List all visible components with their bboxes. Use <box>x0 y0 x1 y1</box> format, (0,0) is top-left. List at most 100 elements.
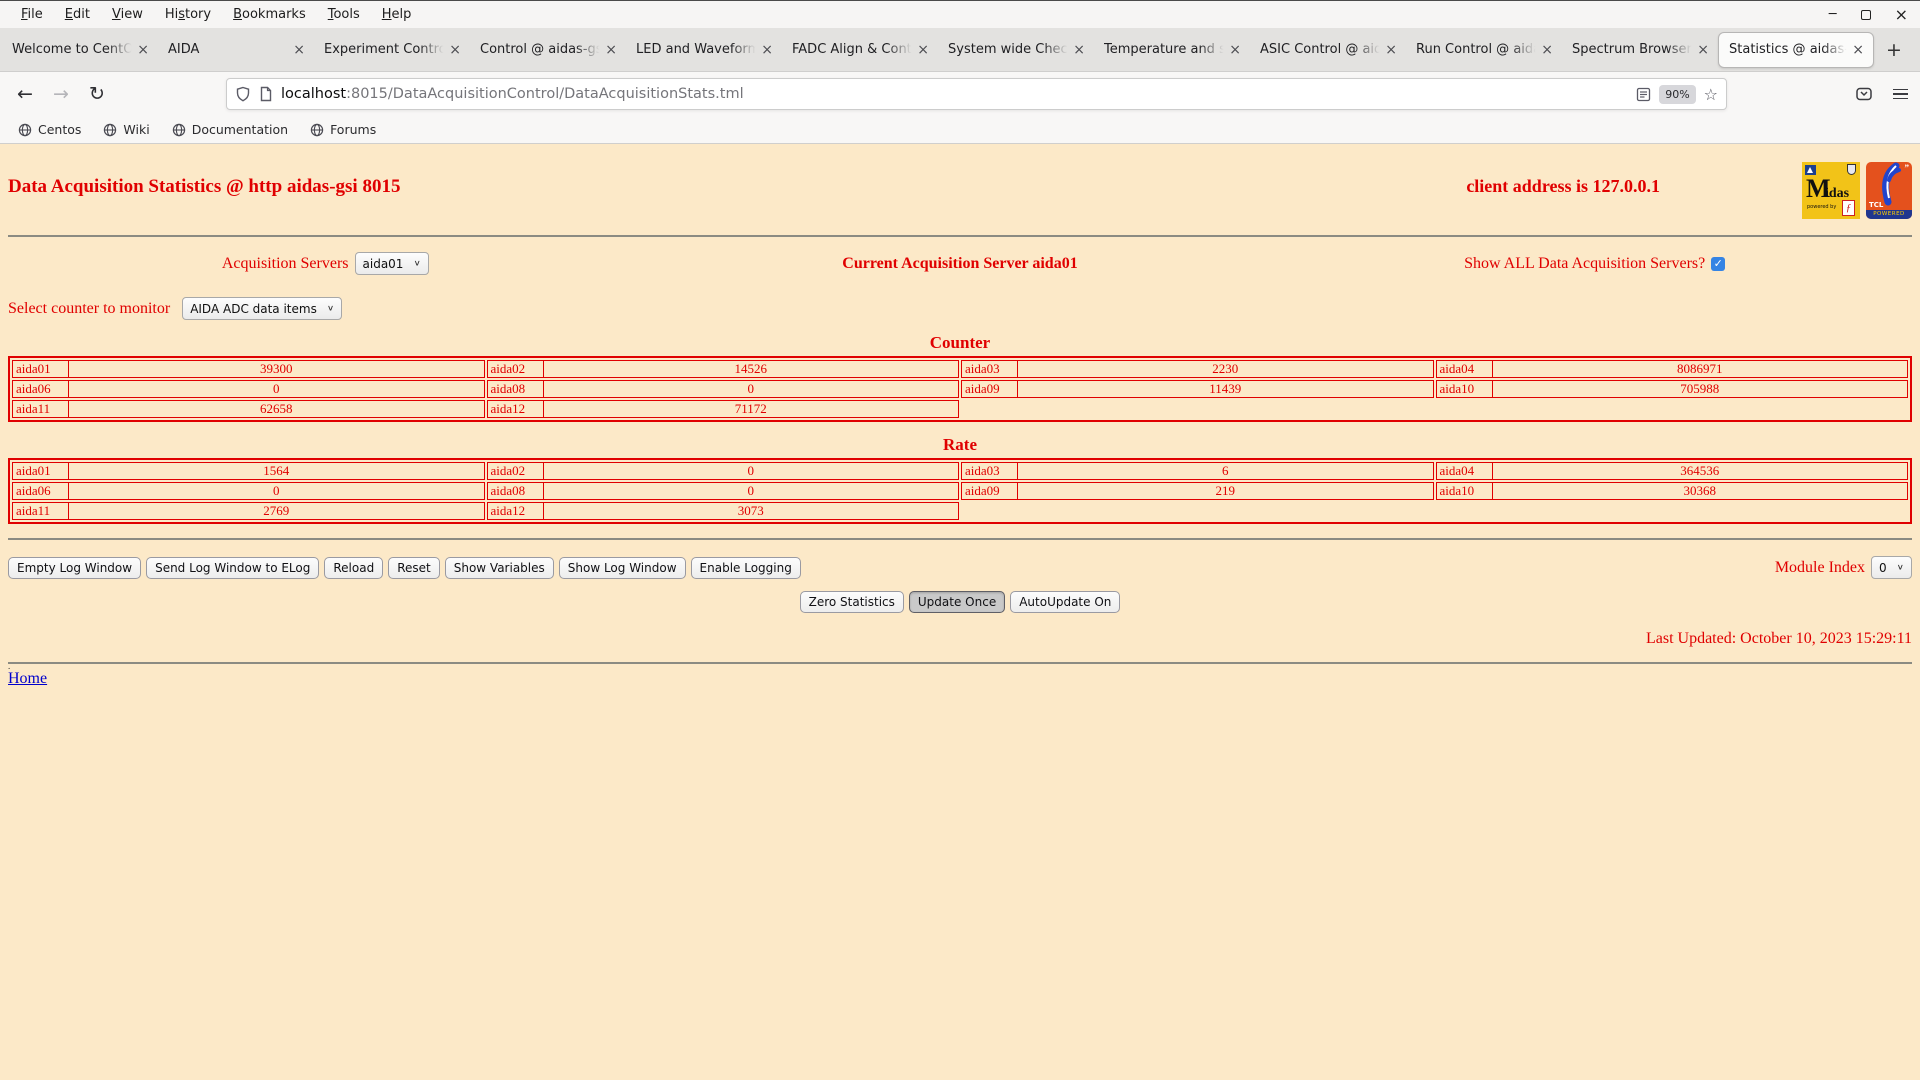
menu-item[interactable]: Help <box>371 3 423 26</box>
tab-title: Control @ aidas-gs <box>480 42 603 57</box>
browser-tab[interactable]: LED and Waveform × <box>626 32 782 68</box>
log-button[interactable]: Reset <box>388 556 440 579</box>
log-button[interactable]: Show Variables <box>444 556 554 579</box>
browser-tab[interactable]: Control @ aidas-gs × <box>470 32 626 68</box>
stat-value: 30368 <box>1491 482 1908 500</box>
log-button[interactable]: Show Log Window <box>558 556 686 579</box>
browser-tab[interactable]: Experiment Control × <box>314 32 470 68</box>
log-button[interactable]: Send Log Window to ELog <box>146 556 320 579</box>
browser-tab[interactable]: Spectrum Browser × <box>1562 32 1718 68</box>
stat-value: 62658 <box>68 400 485 418</box>
counter-monitor-select[interactable]: AIDA ADC data items ∨ <box>182 297 343 320</box>
stat-channel-name: aida09 <box>961 380 1018 398</box>
url-bar[interactable]: localhost:8015/DataAcquisitionControl/Da… <box>226 78 1727 110</box>
action-button[interactable]: Update Once <box>908 591 1006 613</box>
browser-tab[interactable]: Statistics @ aidas- × <box>1718 31 1874 68</box>
last-updated-text: Last Updated: October 10, 2023 15:29:11 <box>1645 630 1912 647</box>
shield-icon[interactable] <box>235 86 251 102</box>
tab-close-icon[interactable]: × <box>1849 42 1867 58</box>
stat-cell: aida09 219 <box>961 482 1434 500</box>
tab-close-icon[interactable]: × <box>134 42 152 58</box>
stat-pair-table: aida09 219 <box>961 482 1434 500</box>
counter-table: aida01 39300 aida02 14526 aida03 2230 aida04 80… <box>8 356 1912 422</box>
menu-item[interactable]: View <box>101 3 154 26</box>
home-prefix-dot: . <box>8 661 11 671</box>
browser-tab[interactable]: Run Control @ aida × <box>1406 32 1562 68</box>
bookmark-item[interactable]: Wiki <box>95 119 157 140</box>
globe-icon <box>18 123 32 136</box>
log-button[interactable]: Empty Log Window <box>8 556 142 579</box>
tab-close-icon[interactable]: × <box>1226 42 1244 58</box>
stat-pair-table: aida11 2769 <box>12 502 485 520</box>
minimize-button[interactable]: ─ <box>1829 8 1837 21</box>
menu-item[interactable]: Bookmarks <box>222 3 317 26</box>
log-button[interactable]: Reload <box>324 556 384 579</box>
stat-cell <box>1436 400 1909 418</box>
midas-logo: Midas powered by ƒ <box>1802 162 1860 219</box>
page-header: Data Acquisition Statistics @ http aidas… <box>8 162 1912 219</box>
new-tab-button[interactable]: + <box>1874 37 1914 63</box>
stat-channel-name: aida04 <box>1435 462 1493 480</box>
browser-tab[interactable]: System wide Check × <box>938 32 1094 68</box>
tab-strip: Welcome to CentOS × AIDA × Experiment Co… <box>0 28 1920 72</box>
log-button[interactable]: Enable Logging <box>690 556 801 579</box>
tab-close-icon[interactable]: × <box>1694 42 1712 58</box>
tab-close-icon[interactable]: × <box>1538 42 1556 58</box>
stat-channel-name: aida06 <box>12 482 69 500</box>
stat-channel-name: aida02 <box>486 360 544 378</box>
counter-heading: Counter <box>929 333 991 352</box>
menu-item[interactable]: Edit <box>54 3 101 26</box>
browser-tab[interactable]: ASIC Control @ aid × <box>1250 32 1406 68</box>
stat-pair-table: aida03 6 <box>961 462 1434 480</box>
tab-close-icon[interactable]: × <box>602 42 620 58</box>
home-link[interactable]: Home <box>8 670 47 688</box>
url-text[interactable]: localhost:8015/DataAcquisitionControl/Da… <box>281 86 1628 102</box>
show-all-servers-checkbox[interactable]: ✓ <box>1711 256 1726 271</box>
module-index-select[interactable]: 0 ∨ <box>1871 556 1912 579</box>
bookmark-item[interactable]: Documentation <box>164 119 296 140</box>
menu-hamburger-icon[interactable] <box>1893 88 1908 100</box>
tab-close-icon[interactable]: × <box>1382 42 1400 58</box>
acquisition-server-select[interactable]: aida01 ∨ <box>354 252 429 275</box>
back-icon[interactable]: ← <box>12 83 38 105</box>
tab-close-icon[interactable]: × <box>758 42 776 58</box>
stat-value: 39300 <box>68 360 485 378</box>
tab-title: LED and Waveform <box>636 42 759 57</box>
bookmark-star-icon[interactable]: ☆ <box>1704 85 1718 104</box>
stat-cell: aida11 2769 <box>12 502 485 520</box>
menu-item[interactable]: Tools <box>317 3 371 26</box>
menu-item[interactable]: File <box>10 3 54 26</box>
tab-title: Spectrum Browser <box>1572 42 1692 57</box>
reload-icon[interactable]: ↻ <box>84 83 110 105</box>
tab-close-icon[interactable]: × <box>914 42 932 58</box>
bookmark-label: Centos <box>38 122 82 137</box>
tab-close-icon[interactable]: × <box>290 42 308 58</box>
bookmark-item[interactable]: Centos <box>10 119 89 140</box>
zoom-level-badge[interactable]: 90% <box>1659 84 1696 104</box>
tab-title: ASIC Control @ aid <box>1260 42 1383 57</box>
menu-item[interactable]: History <box>154 3 222 26</box>
action-button[interactable]: AutoUpdate On <box>1010 591 1121 613</box>
browser-tab[interactable]: AIDA × <box>158 32 314 68</box>
stat-cell: aida10 30368 <box>1435 482 1909 500</box>
tab-close-icon[interactable]: × <box>1070 42 1088 58</box>
server-row: Acquisition Servers aida01 ∨ Current Acqu… <box>8 252 1912 275</box>
stat-cell <box>961 400 1434 418</box>
stat-cell: aida01 39300 <box>12 360 485 378</box>
stat-cell: aida12 3073 <box>486 502 960 520</box>
stat-pair-table: aida02 0 <box>486 462 960 480</box>
close-button[interactable]: × <box>1895 6 1908 23</box>
stat-cell: aida10 705988 <box>1435 380 1909 398</box>
reader-mode-icon[interactable] <box>1636 87 1651 102</box>
stat-channel-name: aida03 <box>961 462 1018 480</box>
browser-tab[interactable]: Welcome to CentOS × <box>2 32 158 68</box>
action-button[interactable]: Zero Statistics <box>799 591 904 613</box>
page-info-icon[interactable] <box>259 86 273 102</box>
maximize-button[interactable] <box>1860 9 1871 20</box>
browser-tab[interactable]: FADC Align & Cont × <box>782 32 938 68</box>
bookmark-item[interactable]: Forums <box>302 119 384 140</box>
stat-value: 71172 <box>542 400 959 418</box>
browser-tab[interactable]: Temperature and s × <box>1094 32 1250 68</box>
tab-close-icon[interactable]: × <box>446 42 464 58</box>
pocket-icon[interactable] <box>1855 86 1873 102</box>
